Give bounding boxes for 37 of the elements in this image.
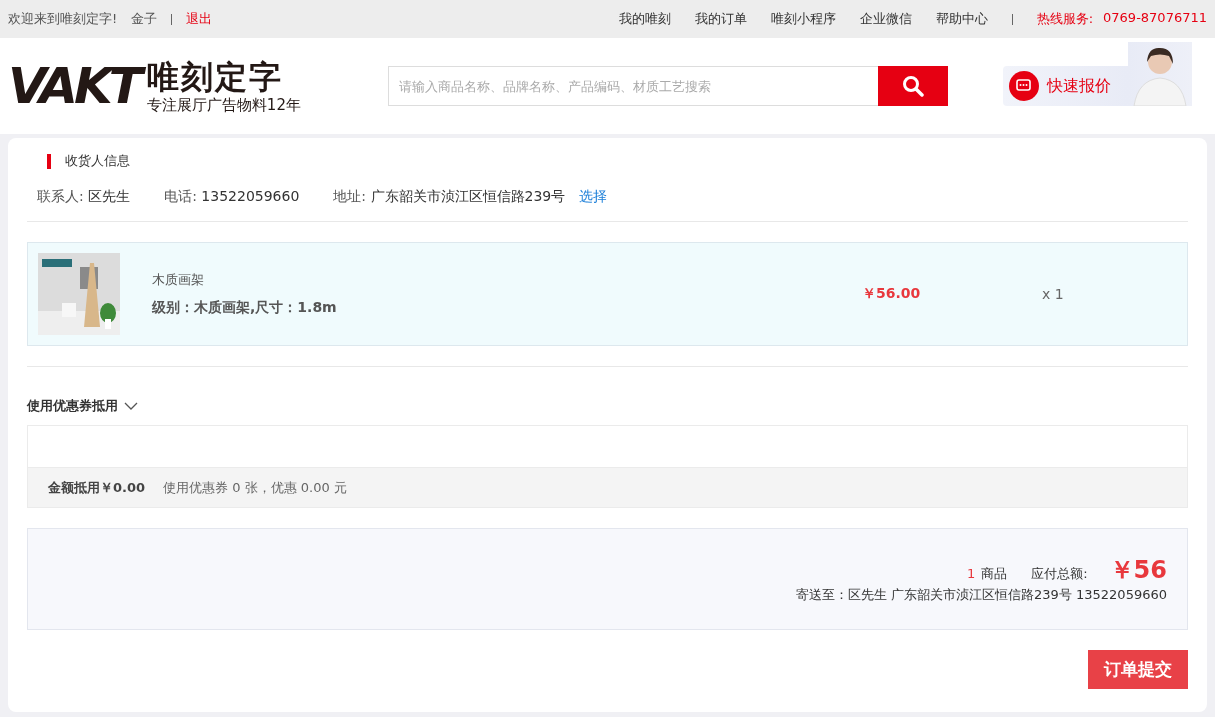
address-text: 地址: 广东韶关市浈江区恒信路239号 xyxy=(333,188,566,206)
choose-link[interactable]: 选择 xyxy=(579,188,608,206)
ship-to-text: 寄送至：区先生 广东韶关市浈江区恒信路239号 13522059660 xyxy=(795,586,1167,604)
item-count-label: 商品 xyxy=(981,565,1008,583)
coupon-amount: 金额抵用￥0.00 xyxy=(48,478,146,497)
welcome-text: 欢迎来到唯刻定字! xyxy=(8,10,118,28)
coupon-toggle[interactable]: 使用优惠券抵用 xyxy=(27,397,138,415)
top-nav-link[interactable]: 企业微信 xyxy=(859,10,912,28)
hotline-label: 热线服务: xyxy=(1036,10,1094,28)
logo-slogan: 专注展厅广告物料12年 xyxy=(146,95,301,115)
product-spec: 级别：木质画架,尺寸：1.8m xyxy=(152,299,338,317)
total-label: 应付总额: xyxy=(1031,565,1088,583)
hotline-number: 0769-87076711 xyxy=(1103,10,1207,27)
contact-text: 联系人: 区先生 xyxy=(37,188,131,206)
top-nav-link[interactable]: 我的订单 xyxy=(694,10,747,28)
product-price: ￥56.00 xyxy=(862,285,922,303)
search-icon xyxy=(902,75,924,97)
product-quantity: x 1 xyxy=(1042,286,1064,302)
top-nav-link[interactable]: 帮助中心 xyxy=(935,10,988,28)
username-link[interactable]: 金子 xyxy=(131,10,158,28)
top-nav-link[interactable]: 我的唯刻 xyxy=(618,10,671,28)
section-title: 收货人信息 xyxy=(65,152,130,170)
submit-order-button[interactable]: 订单提交 xyxy=(1088,650,1188,689)
quick-quote-button[interactable]: 快速报价 xyxy=(1003,66,1128,106)
logout-link[interactable]: 退出 xyxy=(186,10,213,28)
chat-icon xyxy=(1009,71,1039,101)
product-name: 木质画架 xyxy=(152,271,205,289)
logo-name: 唯刻定字 xyxy=(146,57,284,96)
top-nav-link[interactable]: 唯刻小程序 xyxy=(770,10,836,28)
chevron-icon xyxy=(124,401,138,411)
coupon-summary: 使用优惠券 0 张，优惠 0.00 元 xyxy=(163,478,347,497)
agent-figure xyxy=(1128,42,1192,106)
item-count: 1 xyxy=(966,566,976,581)
phone-text: 电话: 13522059660 xyxy=(164,188,300,206)
search-button[interactable] xyxy=(878,66,948,106)
total-amount: ￥56 xyxy=(1109,555,1167,586)
search-field[interactable]: 请输入商品名称、品牌名称、产品编码、材质工艺搜索 xyxy=(388,66,878,106)
